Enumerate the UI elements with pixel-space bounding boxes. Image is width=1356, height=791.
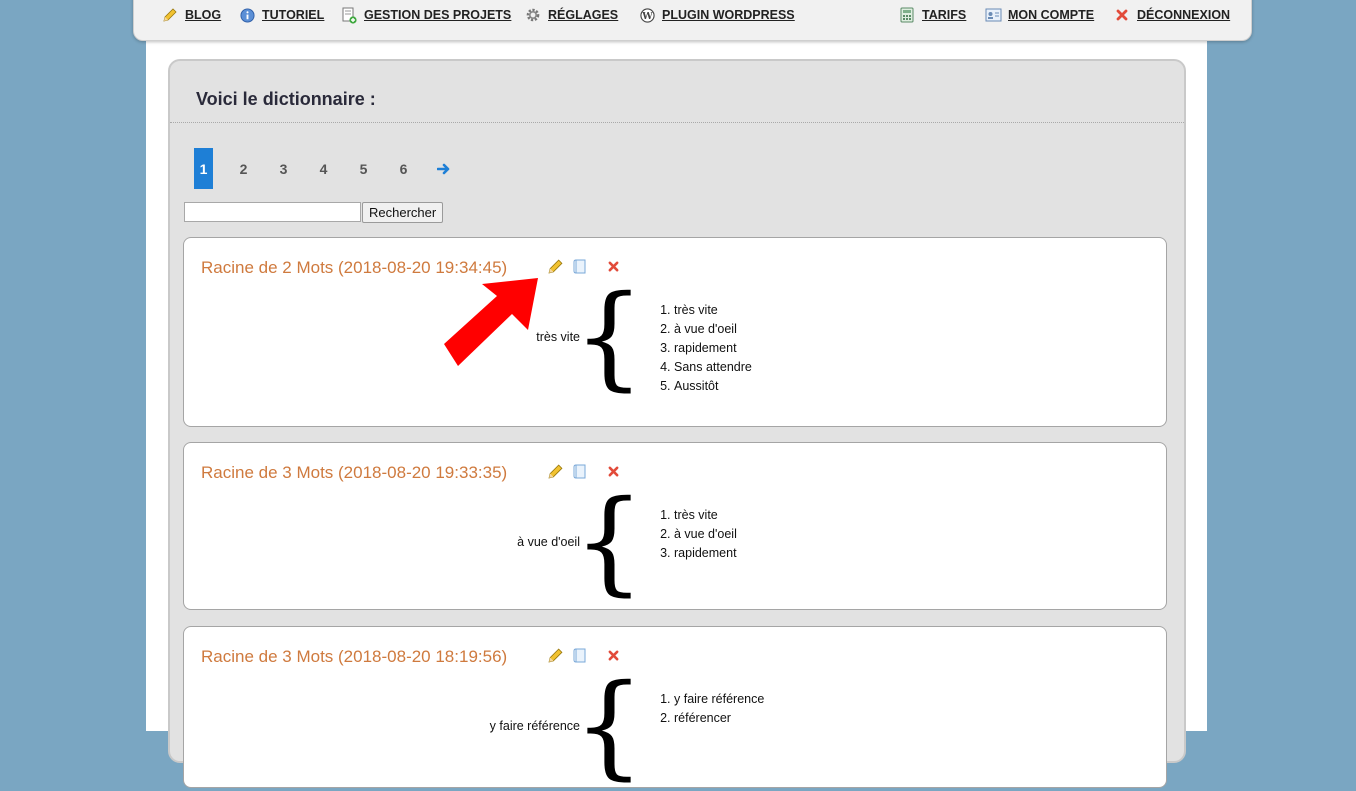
top-navigation: BLOG TUTORIEL GESTION DES PROJETS RÉGLAG…: [133, 0, 1252, 41]
page-link-4[interactable]: 4: [314, 148, 333, 189]
synonym-item: à vue d'oeil: [674, 525, 737, 544]
nav-gestion-projets[interactable]: GESTION DES PROJETS: [340, 6, 511, 24]
synonym-item: Sans attendre: [674, 358, 752, 377]
wordpress-icon: W: [638, 6, 656, 24]
dictionary-entry: Racine de 3 Mots (2018-08-20 19:33:35) à…: [183, 442, 1167, 610]
search-input[interactable]: [184, 202, 361, 222]
delete-icon: [608, 650, 618, 660]
delete-icon: [608, 261, 618, 271]
synonym-item: rapidement: [674, 544, 737, 563]
synonym-item: référencer: [674, 709, 764, 728]
curly-brace: {: [573, 477, 645, 607]
synonym-item: rapidement: [674, 339, 752, 358]
calculator-icon: [898, 6, 916, 24]
info-icon: [238, 6, 256, 24]
svg-text:W: W: [641, 10, 653, 21]
nav-deconnexion[interactable]: DÉCONNEXION: [1113, 6, 1230, 24]
pencil-icon: [161, 6, 179, 24]
entry-title: Racine de 3 Mots (2018-08-20 18:19:56): [201, 647, 508, 666]
dictionary-entry: Racine de 3 Mots (2018-08-20 18:19:56) y…: [183, 626, 1167, 788]
add-document-icon: [340, 6, 358, 24]
synonym-item: Aussitôt: [674, 377, 752, 396]
close-icon: [1113, 6, 1131, 24]
edit-button[interactable]: [546, 462, 564, 480]
nav-mon-compte[interactable]: MON COMPTE: [984, 6, 1094, 24]
page-link-3[interactable]: 3: [274, 148, 293, 189]
nav-reglages[interactable]: RÉGLAGES: [524, 6, 618, 24]
edit-button[interactable]: [546, 646, 564, 664]
page-title: Voici le dictionnaire :: [196, 89, 376, 109]
entry-title: Racine de 3 Mots (2018-08-20 19:33:35): [201, 463, 508, 482]
curly-brace: {: [573, 272, 645, 402]
curly-brace: {: [573, 661, 645, 791]
page-link-1[interactable]: 1: [194, 148, 213, 189]
edit-pencil-icon: [548, 464, 562, 478]
title-divider: [170, 122, 1184, 123]
page-link-2[interactable]: 2: [234, 148, 253, 189]
edit-pencil-icon: [548, 648, 562, 662]
synonym-list: très vite à vue d'oeil rapidement: [659, 506, 737, 563]
synonym-item: y faire référence: [674, 690, 764, 709]
synonym-item: très vite: [674, 301, 752, 320]
nav-plugin-wordpress[interactable]: W PLUGIN WORDPRESS: [638, 6, 795, 24]
annotation-arrow-icon: [444, 278, 538, 366]
synonym-item: très vite: [674, 506, 737, 525]
nav-blog[interactable]: BLOG: [161, 6, 221, 24]
page-link-6[interactable]: 6: [394, 148, 413, 189]
page-link-5[interactable]: 5: [354, 148, 373, 189]
nav-tarifs[interactable]: TARIFS: [898, 6, 966, 24]
gear-icon: [524, 6, 542, 24]
next-page-button[interactable]: [434, 148, 453, 189]
synonym-item: à vue d'oeil: [674, 320, 752, 339]
synonym-list: très vite à vue d'oeil rapidement Sans a…: [659, 301, 752, 396]
nav-tutoriel[interactable]: TUTORIEL: [238, 6, 324, 24]
arrow-right-icon: [436, 163, 449, 174]
dictionary-entry: Racine de 2 Mots (2018-08-20 19:34:45) t…: [183, 237, 1167, 427]
root-word: à vue d'oeil: [517, 535, 580, 549]
delete-icon: [608, 466, 618, 476]
synonym-list: y faire référence référencer: [659, 690, 764, 728]
pagination: 1 2 3 4 5 6: [194, 148, 453, 189]
id-card-icon: [984, 6, 1002, 24]
search-button[interactable]: Rechercher: [362, 202, 444, 223]
